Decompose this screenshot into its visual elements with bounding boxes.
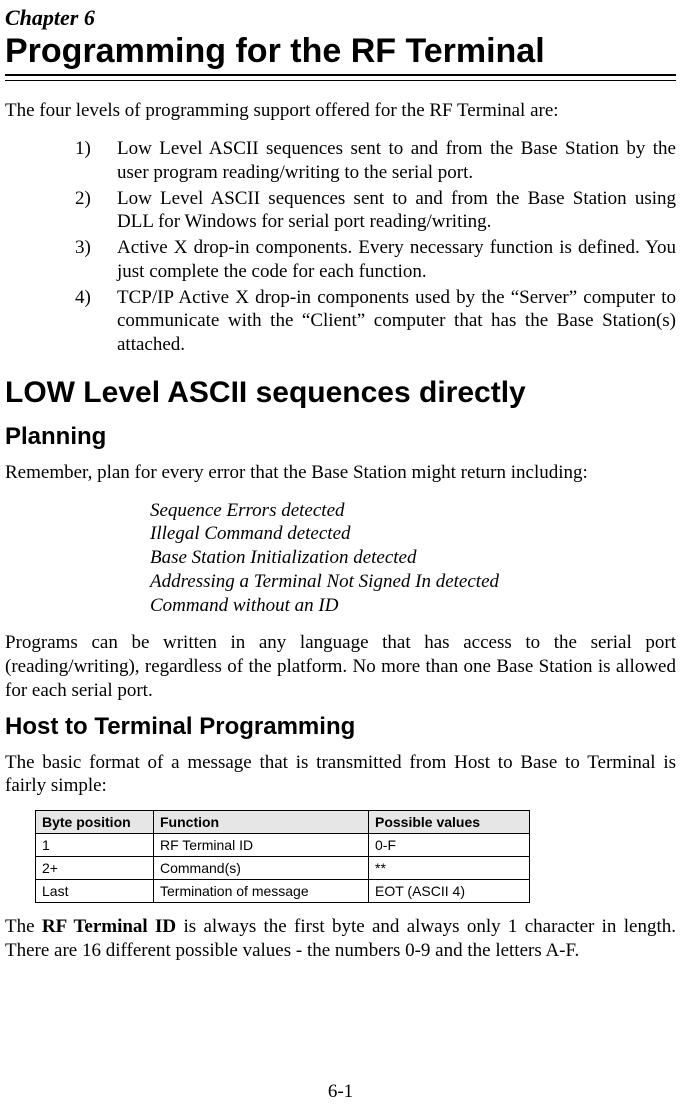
page-number: 6-1 (0, 1081, 681, 1103)
programs-paragraph: Programs can be written in any language … (5, 631, 676, 702)
chapter-label: Chapter 6 (5, 5, 676, 31)
table-cell: EOT (ASCII 4) (369, 880, 530, 903)
table-header: Function (154, 811, 369, 834)
list-item: 2) Low Level ASCII sequences sent to and… (75, 187, 676, 235)
list-marker: 4) (75, 286, 91, 310)
list-text: Low Level ASCII sequences sent to and fr… (117, 188, 676, 233)
closing-paragraph: The RF Terminal ID is always the first b… (5, 915, 676, 963)
list-text: TCP/IP Active X drop-in components used … (117, 287, 676, 356)
levels-list: 1) Low Level ASCII sequences sent to and… (5, 137, 676, 357)
message-format-table: Byte position Function Possible values 1… (35, 810, 530, 903)
sub-heading-planning: Planning (5, 423, 676, 451)
table-cell: RF Terminal ID (154, 834, 369, 857)
error-item: Addressing a Terminal Not Signed In dete… (150, 570, 676, 594)
table-row: 1 RF Terminal ID 0-F (36, 834, 530, 857)
sub-heading-host: Host to Terminal Programming (5, 713, 676, 741)
error-list: Sequence Errors detected Illegal Command… (150, 499, 676, 618)
table-cell: 2+ (36, 857, 154, 880)
list-marker: 2) (75, 187, 91, 211)
intro-paragraph: The four levels of programming support o… (5, 99, 676, 123)
table-cell: Last (36, 880, 154, 903)
rf-terminal-id-bold: RF Terminal ID (42, 916, 176, 937)
list-text: Active X drop-in components. Every neces… (117, 237, 676, 282)
table-cell: 0-F (369, 834, 530, 857)
table-row: 2+ Command(s) ** (36, 857, 530, 880)
error-item: Sequence Errors detected (150, 499, 676, 523)
table-cell: ** (369, 857, 530, 880)
table-header: Byte position (36, 811, 154, 834)
error-item: Command without an ID (150, 594, 676, 618)
list-item: 1) Low Level ASCII sequences sent to and… (75, 137, 676, 185)
planning-intro: Remember, plan for every error that the … (5, 461, 676, 485)
table-header: Possible values (369, 811, 530, 834)
table-cell: Termination of message (154, 880, 369, 903)
section-heading-low-level: LOW Level ASCII sequences directly (5, 375, 676, 411)
table-row: Last Termination of message EOT (ASCII 4… (36, 880, 530, 903)
page-container: Chapter 6 Programming for the RF Termina… (0, 0, 681, 1113)
table-cell: 1 (36, 834, 154, 857)
list-item: 3) Active X drop-in components. Every ne… (75, 236, 676, 284)
error-item: Base Station Initialization detected (150, 546, 676, 570)
closing-span: The (5, 916, 42, 937)
list-item: 4) TCP/IP Active X drop-in components us… (75, 286, 676, 357)
table-cell: Command(s) (154, 857, 369, 880)
rule-divider (5, 74, 676, 81)
list-marker: 1) (75, 137, 91, 161)
chapter-title: Programming for the RF Terminal (5, 33, 676, 70)
host-intro: The basic format of a message that is tr… (5, 751, 676, 799)
list-marker: 3) (75, 236, 91, 260)
error-item: Illegal Command detected (150, 522, 676, 546)
table-header-row: Byte position Function Possible values (36, 811, 530, 834)
list-text: Low Level ASCII sequences sent to and fr… (117, 138, 676, 183)
